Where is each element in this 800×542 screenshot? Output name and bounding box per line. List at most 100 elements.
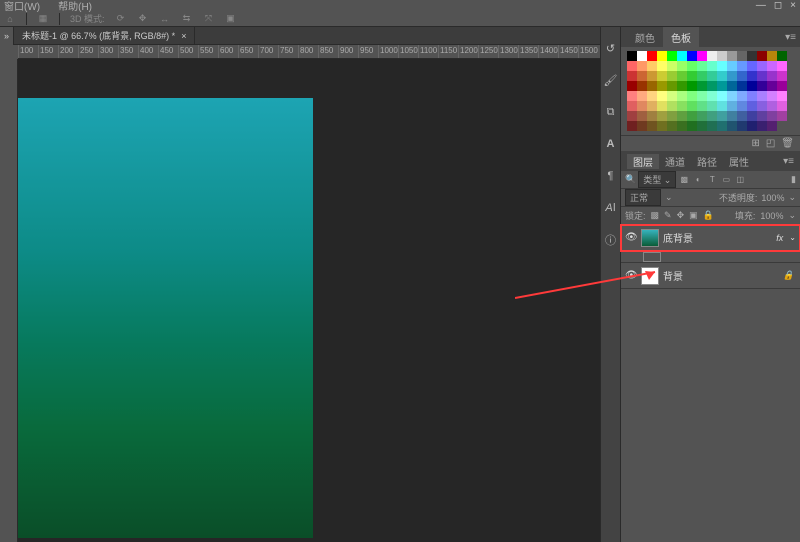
grid-icon[interactable]: ▦ xyxy=(37,13,49,25)
mask-thumbnail[interactable] xyxy=(643,252,661,262)
swatch[interactable] xyxy=(737,51,747,61)
swatch[interactable] xyxy=(707,91,717,101)
swatch[interactable] xyxy=(677,91,687,101)
swatch[interactable] xyxy=(697,91,707,101)
swatch[interactable] xyxy=(627,51,637,61)
swatch[interactable] xyxy=(717,111,727,121)
lock-brush-icon[interactable]: ✎ xyxy=(664,210,672,221)
clone-icon[interactable]: ⧉ xyxy=(604,105,618,119)
brush-icon[interactable]: 🖌 xyxy=(604,73,618,87)
filter-smart-icon[interactable]: ◫ xyxy=(734,174,746,186)
blend-mode-select[interactable]: 正常 xyxy=(625,189,661,206)
swatch[interactable] xyxy=(657,101,667,111)
swatch[interactable] xyxy=(637,61,647,71)
swatch[interactable] xyxy=(657,61,667,71)
swatch[interactable] xyxy=(767,121,777,131)
tab-close-icon[interactable]: × xyxy=(181,31,186,41)
dolly-icon[interactable]: ↔ xyxy=(159,13,171,25)
swatch[interactable] xyxy=(757,51,767,61)
swatch[interactable] xyxy=(627,101,637,111)
panel-menu-icon[interactable]: ▾≡ xyxy=(785,32,796,43)
layers-menu-icon[interactable]: ▾≡ xyxy=(777,156,800,167)
swatch[interactable] xyxy=(667,51,677,61)
swatch[interactable] xyxy=(657,51,667,61)
swatch[interactable] xyxy=(777,51,787,61)
swatch[interactable] xyxy=(647,61,657,71)
fill-chevron-icon[interactable]: ⌄ xyxy=(788,210,796,221)
swatch[interactable] xyxy=(627,121,637,131)
lock-artboard-icon[interactable]: ▣ xyxy=(689,210,698,221)
filter-type-icon[interactable]: T xyxy=(706,174,718,186)
character-icon[interactable]: Aǀ xyxy=(604,201,618,215)
swatch[interactable] xyxy=(757,61,767,71)
opacity-value[interactable]: 100% xyxy=(761,193,784,203)
swatch-grid-icon[interactable]: ⊞ xyxy=(751,138,759,149)
delete-swatch-icon[interactable]: 🗑 xyxy=(781,138,794,149)
swatch[interactable] xyxy=(717,121,727,131)
swatch[interactable] xyxy=(717,101,727,111)
swatch[interactable] xyxy=(777,111,787,121)
swatch[interactable] xyxy=(717,81,727,91)
swatch[interactable] xyxy=(777,61,787,71)
swatch[interactable] xyxy=(637,121,647,131)
search-icon[interactable]: 🔍 xyxy=(625,174,636,185)
swatch[interactable] xyxy=(647,71,657,81)
swatch[interactable] xyxy=(667,81,677,91)
swatch[interactable] xyxy=(647,91,657,101)
swatch[interactable] xyxy=(747,71,757,81)
layer-row[interactable]: 👁 背景 🔒 xyxy=(621,263,800,289)
swatch[interactable] xyxy=(757,71,767,81)
swatch-grid[interactable] xyxy=(621,47,800,135)
filter-pixel-icon[interactable]: ▩ xyxy=(678,174,690,186)
history-icon[interactable]: ↺ xyxy=(604,41,618,55)
swatch[interactable] xyxy=(767,91,777,101)
swatch[interactable] xyxy=(707,101,717,111)
scale-icon[interactable]: ⤧ xyxy=(203,13,215,25)
swatch[interactable] xyxy=(697,61,707,71)
swatch[interactable] xyxy=(667,71,677,81)
swatch[interactable] xyxy=(677,61,687,71)
swatch[interactable] xyxy=(757,111,767,121)
swatch[interactable] xyxy=(727,51,737,61)
filter-adjust-icon[interactable]: ◐ xyxy=(692,174,704,186)
swatch[interactable] xyxy=(777,91,787,101)
swatch[interactable] xyxy=(647,111,657,121)
swatch[interactable] xyxy=(637,81,647,91)
swatch[interactable] xyxy=(727,81,737,91)
swatch[interactable] xyxy=(637,51,647,61)
swatch[interactable] xyxy=(717,91,727,101)
restore-icon[interactable]: ◻ xyxy=(774,0,782,11)
swatch[interactable] xyxy=(657,71,667,81)
swatch[interactable] xyxy=(727,71,737,81)
swatch[interactable] xyxy=(727,91,737,101)
swatch[interactable] xyxy=(657,91,667,101)
swatch[interactable] xyxy=(767,61,777,71)
camera-icon[interactable]: ▣ xyxy=(225,13,237,25)
swatch[interactable] xyxy=(697,111,707,121)
layer-thumbnail[interactable] xyxy=(641,267,659,285)
swatch[interactable] xyxy=(667,91,677,101)
swatch[interactable] xyxy=(687,101,697,111)
swatch[interactable] xyxy=(747,81,757,91)
swatch[interactable] xyxy=(657,111,667,121)
swatch[interactable] xyxy=(627,81,637,91)
swatch[interactable] xyxy=(697,81,707,91)
expand-tab-icon[interactable]: » xyxy=(0,27,14,45)
swatch[interactable] xyxy=(657,121,667,131)
swatch[interactable] xyxy=(687,71,697,81)
swatch[interactable] xyxy=(757,81,767,91)
swatch[interactable] xyxy=(747,61,757,71)
pan-icon[interactable]: ✥ xyxy=(137,13,149,25)
swatch[interactable] xyxy=(707,61,717,71)
canvas-area[interactable] xyxy=(18,59,600,542)
swatch[interactable] xyxy=(677,101,687,111)
swatch[interactable] xyxy=(727,111,737,121)
tab-channels[interactable]: 通道 xyxy=(659,154,691,169)
swatch[interactable] xyxy=(777,71,787,81)
fill-value[interactable]: 100% xyxy=(760,211,783,221)
swatch[interactable] xyxy=(677,81,687,91)
tab-swatch[interactable]: 色板 xyxy=(663,27,699,47)
tab-color[interactable]: 颜色 xyxy=(627,27,663,47)
info-icon[interactable]: ⓘ xyxy=(604,233,618,247)
swatch[interactable] xyxy=(777,81,787,91)
